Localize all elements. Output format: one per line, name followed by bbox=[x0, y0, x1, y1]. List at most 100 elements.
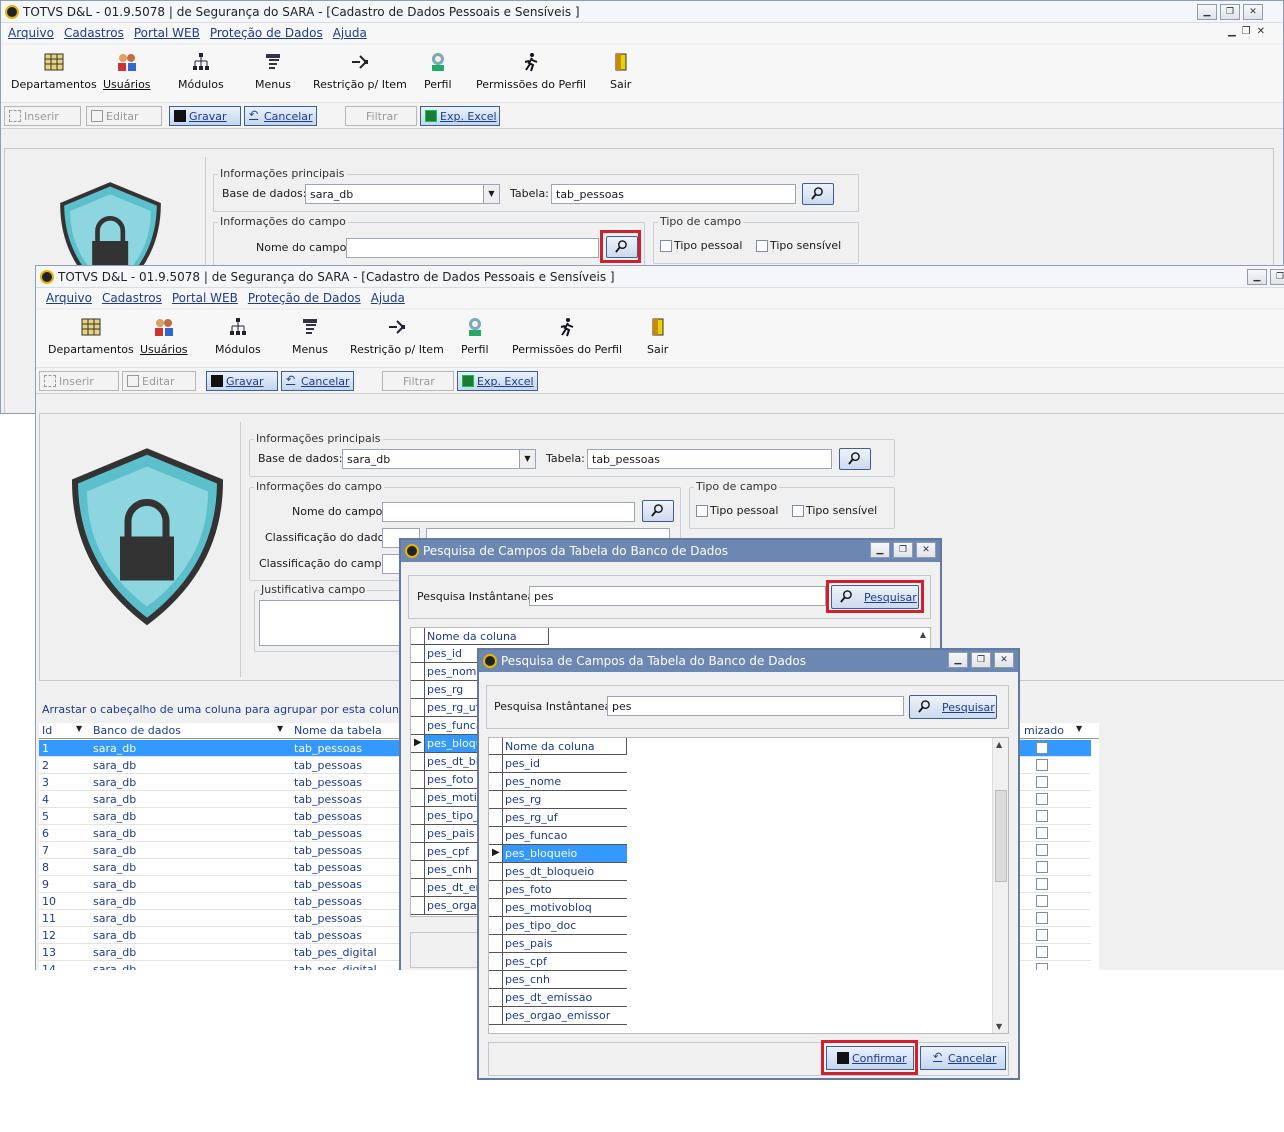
col-db-header[interactable]: Banco de dados bbox=[93, 724, 181, 737]
close-button[interactable]: ✕ bbox=[1243, 4, 1263, 20]
toolbar-restricao[interactable]: Restrição p/ Item bbox=[350, 314, 444, 356]
maximize-button[interactable]: ❐ bbox=[893, 542, 913, 558]
toolbar-restricao[interactable]: Restrição p/ Item bbox=[313, 49, 407, 91]
table-search-button[interactable] bbox=[839, 448, 871, 470]
filter-dropdown-icon[interactable]: ▼ bbox=[277, 724, 283, 733]
table-search-button[interactable] bbox=[802, 183, 834, 205]
list-item[interactable]: pes_rg_uf bbox=[503, 809, 627, 827]
type-sensitive-checkbox[interactable]: Tipo sensível bbox=[756, 239, 841, 252]
list-item[interactable]: pes_motivobloq bbox=[503, 899, 627, 917]
menu-portal-web[interactable]: Portal WEB bbox=[172, 291, 238, 305]
row-checkbox[interactable] bbox=[1036, 895, 1048, 907]
instant-search-input[interactable]: pes bbox=[529, 586, 826, 606]
table-input[interactable]: tab_pessoas bbox=[551, 184, 796, 204]
menu-arquivo[interactable]: Arquivo bbox=[46, 291, 92, 305]
instant-search-input[interactable]: pes bbox=[607, 696, 904, 716]
toolbar-menus[interactable]: Menus bbox=[292, 314, 328, 356]
cancel-button[interactable]: ↶ Cancelar bbox=[281, 371, 354, 391]
list-item[interactable]: pes_funcao bbox=[503, 827, 627, 845]
col-table-header[interactable]: Nome da tabela bbox=[294, 724, 382, 737]
save-button[interactable]: Gravar bbox=[169, 106, 241, 126]
list-item[interactable]: pes_dt_emissao bbox=[503, 989, 627, 1007]
row-checkbox[interactable] bbox=[1036, 827, 1048, 839]
justification-textarea[interactable] bbox=[259, 600, 409, 646]
edit-button[interactable]: Editar bbox=[122, 371, 196, 391]
row-checkbox[interactable] bbox=[1036, 810, 1048, 822]
column-header[interactable]: Nome da coluna bbox=[425, 628, 549, 645]
toolbar-sair[interactable]: Sair bbox=[610, 49, 631, 91]
menu-arquivo[interactable]: Arquivo bbox=[8, 26, 54, 40]
row-checkbox[interactable] bbox=[1036, 946, 1048, 958]
row-checkbox[interactable] bbox=[1036, 861, 1048, 873]
database-combo[interactable]: sara_db ▼ bbox=[305, 184, 500, 204]
toolbar-permissoes[interactable]: Permissões do Perfil bbox=[476, 49, 586, 91]
mdi-controls[interactable]: ▁❐✕ bbox=[1228, 26, 1271, 37]
row-checkbox[interactable] bbox=[1036, 912, 1048, 924]
minimize-button[interactable]: ▁ bbox=[870, 542, 890, 558]
toolbar-departamentos[interactable]: Departamentos bbox=[11, 49, 97, 91]
close-button[interactable]: ✕ bbox=[994, 652, 1014, 668]
filter-dropdown-icon[interactable]: ▼ bbox=[76, 724, 82, 733]
save-button[interactable]: Gravar bbox=[206, 371, 278, 391]
close-button[interactable]: ✕ bbox=[916, 542, 936, 558]
list-item[interactable]: pes_orgao_emissor bbox=[503, 1007, 627, 1025]
menu-cadastros[interactable]: Cadastros bbox=[64, 26, 124, 40]
scroll-down-icon[interactable]: ▼ bbox=[996, 1022, 1002, 1031]
field-search-button[interactable] bbox=[642, 500, 674, 522]
minimize-button[interactable]: ▁ bbox=[948, 652, 968, 668]
table-input[interactable]: tab_pessoas bbox=[587, 449, 832, 469]
toolbar-menus[interactable]: Menus bbox=[255, 49, 291, 91]
insert-button[interactable]: Inserir bbox=[4, 106, 81, 126]
list-item[interactable]: pes_foto bbox=[503, 881, 627, 899]
list-scrollbar[interactable]: ▲ ▼ bbox=[992, 738, 1008, 1033]
menu-protecao-dados[interactable]: Proteção de Dados bbox=[210, 26, 323, 40]
maximize-button[interactable]: ❐ bbox=[1220, 4, 1240, 20]
chevron-down-icon[interactable]: ▼ bbox=[519, 450, 535, 468]
toolbar-sair[interactable]: Sair bbox=[647, 314, 668, 356]
toolbar-modulos[interactable]: Módulos bbox=[215, 314, 261, 356]
toolbar-perfil[interactable]: Perfil bbox=[424, 49, 452, 91]
list-item[interactable]: pes_tipo_doc bbox=[503, 917, 627, 935]
chevron-down-icon[interactable]: ▼ bbox=[483, 185, 499, 203]
menu-portal-web[interactable]: Portal WEB bbox=[134, 26, 200, 40]
list-item[interactable]: pes_dt_bloqueio bbox=[503, 863, 627, 881]
row-checkbox[interactable] bbox=[1036, 776, 1048, 788]
toolbar-usuarios[interactable]: Usuários bbox=[103, 49, 151, 91]
type-personal-checkbox[interactable]: Tipo pessoal bbox=[696, 504, 778, 517]
col-id-header[interactable]: Id bbox=[42, 724, 52, 737]
edit-button[interactable]: Editar bbox=[86, 106, 162, 126]
search-button[interactable]: Pesquisar bbox=[909, 695, 997, 719]
column-header[interactable]: Nome da coluna bbox=[503, 738, 627, 755]
menu-cadastros[interactable]: Cadastros bbox=[102, 291, 162, 305]
row-checkbox[interactable] bbox=[1036, 929, 1048, 941]
scroll-thumb[interactable] bbox=[995, 790, 1007, 882]
menu-ajuda[interactable]: Ajuda bbox=[333, 26, 367, 40]
toolbar-usuarios[interactable]: Usuários bbox=[140, 314, 188, 356]
toolbar-permissoes[interactable]: Permissões do Perfil bbox=[512, 314, 622, 356]
minimize-button[interactable]: ▁ bbox=[1197, 4, 1217, 20]
type-personal-checkbox[interactable]: Tipo pessoal bbox=[660, 239, 742, 252]
toolbar-departamentos[interactable]: Departamentos bbox=[48, 314, 134, 356]
menu-ajuda[interactable]: Ajuda bbox=[371, 291, 405, 305]
menu-protecao-dados[interactable]: Proteção de Dados bbox=[248, 291, 361, 305]
list-item[interactable]: pes_rg bbox=[503, 791, 627, 809]
filter-button[interactable]: Filtrar bbox=[345, 106, 417, 126]
list-item[interactable]: pes_cnh bbox=[503, 971, 627, 989]
filter-dropdown-icon[interactable]: ▼ bbox=[1076, 724, 1082, 733]
field-name-input[interactable] bbox=[346, 238, 599, 258]
minimize-button[interactable]: ▁ bbox=[1247, 269, 1267, 285]
row-checkbox[interactable] bbox=[1036, 759, 1048, 771]
row-checkbox[interactable] bbox=[1036, 963, 1048, 970]
toolbar-modulos[interactable]: Módulos bbox=[178, 49, 224, 91]
insert-button[interactable]: Inserir bbox=[39, 371, 119, 391]
row-checkbox[interactable] bbox=[1036, 844, 1048, 856]
list-item[interactable]: pes_pais bbox=[503, 935, 627, 953]
field-name-input[interactable] bbox=[382, 502, 635, 522]
excel-export-button[interactable]: Exp. Excel bbox=[420, 106, 500, 126]
database-combo[interactable]: sara_db ▼ bbox=[342, 449, 536, 469]
list-item[interactable]: pes_nome bbox=[503, 773, 627, 791]
toolbar-perfil[interactable]: Perfil bbox=[461, 314, 489, 356]
maximize-button[interactable]: ❐ bbox=[1270, 269, 1284, 285]
cancel-button[interactable]: ↶ Cancelar bbox=[244, 106, 317, 126]
maximize-button[interactable]: ❐ bbox=[971, 652, 991, 668]
